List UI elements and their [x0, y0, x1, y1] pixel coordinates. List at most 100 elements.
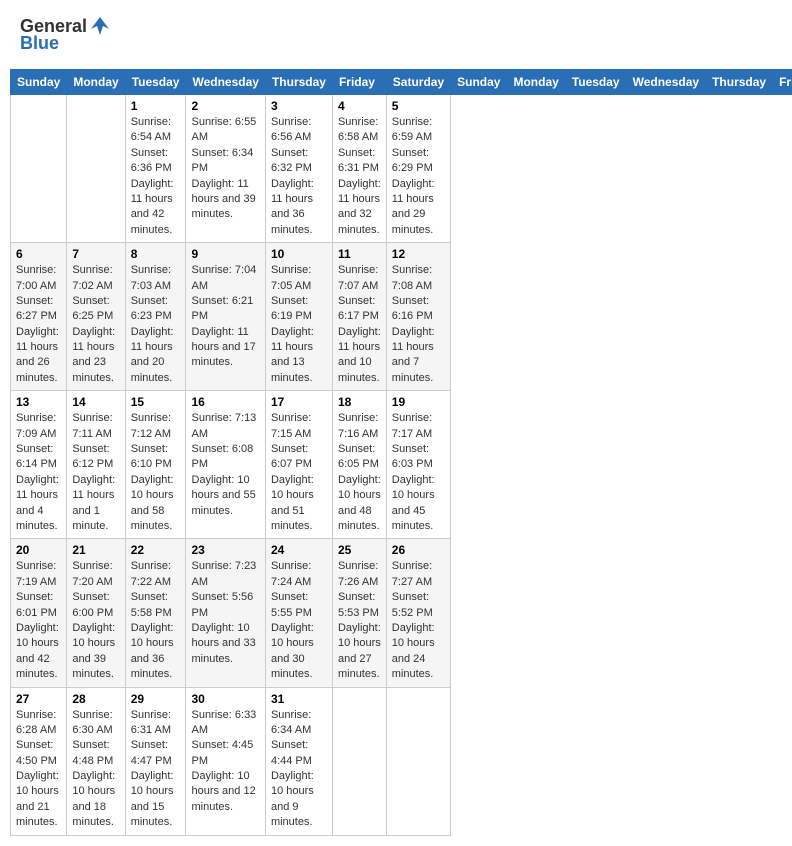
header-day-monday: Monday	[507, 70, 565, 95]
logo-blue-text: Blue	[20, 33, 59, 54]
calendar-cell: 26 Sunrise: 7:27 AMSunset: 5:52 PMDayligh…	[386, 539, 450, 687]
header-friday: Friday	[332, 70, 386, 95]
header-tuesday: Tuesday	[125, 70, 186, 95]
calendar-cell: 18Sunrise: 7:16 AMSunset: 6:05 PMDayligh…	[332, 391, 386, 539]
day-info: Sunrise: 7:11 AMSunset: 6:12 PMDaylight:…	[72, 412, 115, 532]
day-info: Sunrise: 6:54 AMSunset: 6:36 PMDaylight:…	[131, 116, 174, 236]
header-monday: Monday	[67, 70, 125, 95]
calendar-header-row: SundayMondayTuesdayWednesdayThursdayFrid…	[11, 70, 792, 95]
calendar-week-4: 27Sunrise: 6:28 AMSunset: 4:50 PMDayligh…	[11, 687, 792, 835]
header-saturday: Saturday	[386, 70, 450, 95]
day-number: 3	[271, 99, 327, 113]
day-number: 6	[16, 247, 61, 261]
day-number: 5	[392, 99, 445, 113]
header-day-tuesday: Tuesday	[565, 70, 626, 95]
calendar-cell: 7Sunrise: 7:02 AMSunset: 6:25 PMDaylight…	[67, 243, 125, 391]
header-wednesday: Wednesday	[186, 70, 265, 95]
calendar-cell: 27Sunrise: 6:28 AMSunset: 4:50 PMDayligh…	[11, 687, 67, 835]
day-number: 14	[72, 395, 119, 409]
calendar-cell: 2 Sunrise: 6:55 AMSunset: 6:34 PMDaylight…	[186, 95, 265, 243]
page-header: General Blue	[10, 10, 782, 59]
day-number: 10	[271, 247, 327, 261]
calendar-cell	[332, 687, 386, 835]
calendar-cell: 12 Sunrise: 7:08 AMSunset: 6:16 PMDayligh…	[386, 243, 450, 391]
header-day-sunday: Sunday	[451, 70, 507, 95]
day-info: Sunrise: 7:08 AMSunset: 6:16 PMDaylight:…	[392, 264, 435, 384]
day-info: Sunrise: 6:58 AMSunset: 6:31 PMDaylight:…	[338, 116, 381, 236]
calendar-week-1: 6 Sunrise: 7:00 AMSunset: 6:27 PMDaylight…	[11, 243, 792, 391]
day-info: Sunrise: 6:33 AMSunset: 4:45 PMDaylight:…	[191, 709, 256, 813]
day-number: 26	[392, 543, 445, 557]
calendar-cell: 9Sunrise: 7:04 AMSunset: 6:21 PMDaylight…	[186, 243, 265, 391]
day-number: 30	[191, 692, 259, 706]
day-info: Sunrise: 7:00 AMSunset: 6:27 PMDaylight:…	[16, 264, 59, 384]
header-thursday: Thursday	[265, 70, 332, 95]
day-number: 13	[16, 395, 61, 409]
day-info: Sunrise: 6:34 AMSunset: 4:44 PMDaylight:…	[271, 709, 314, 829]
day-number: 7	[72, 247, 119, 261]
day-info: Sunrise: 6:55 AMSunset: 6:34 PMDaylight:…	[191, 116, 256, 220]
header-day-thursday: Thursday	[706, 70, 773, 95]
day-number: 23	[191, 543, 259, 557]
day-number: 25	[338, 543, 381, 557]
calendar-cell: 15Sunrise: 7:12 AMSunset: 6:10 PMDayligh…	[125, 391, 186, 539]
header-day-friday: Friday	[773, 70, 792, 95]
day-number: 21	[72, 543, 119, 557]
day-info: Sunrise: 7:16 AMSunset: 6:05 PMDaylight:…	[338, 412, 381, 532]
calendar-cell	[11, 95, 67, 243]
calendar-cell: 22 Sunrise: 7:22 AMSunset: 5:58 PMDayligh…	[125, 539, 186, 687]
day-info: Sunrise: 7:17 AMSunset: 6:03 PMDaylight:…	[392, 412, 435, 532]
day-info: Sunrise: 7:23 AMSunset: 5:56 PMDaylight:…	[191, 560, 256, 664]
day-number: 24	[271, 543, 327, 557]
calendar-cell	[386, 687, 450, 835]
calendar-cell: 10 Sunrise: 7:05 AMSunset: 6:19 PMDayligh…	[265, 243, 332, 391]
day-number: 8	[131, 247, 181, 261]
calendar-cell: 8 Sunrise: 7:03 AMSunset: 6:23 PMDaylight…	[125, 243, 186, 391]
day-info: Sunrise: 6:56 AMSunset: 6:32 PMDaylight:…	[271, 116, 314, 236]
day-info: Sunrise: 7:26 AMSunset: 5:53 PMDaylight:…	[338, 560, 381, 680]
calendar-cell: 25 Sunrise: 7:26 AMSunset: 5:53 PMDayligh…	[332, 539, 386, 687]
calendar-cell: 11Sunrise: 7:07 AMSunset: 6:17 PMDayligh…	[332, 243, 386, 391]
calendar-cell: 16Sunrise: 7:13 AMSunset: 6:08 PMDayligh…	[186, 391, 265, 539]
logo: General Blue	[20, 15, 111, 54]
calendar-cell: 19 Sunrise: 7:17 AMSunset: 6:03 PMDayligh…	[386, 391, 450, 539]
day-info: Sunrise: 7:05 AMSunset: 6:19 PMDaylight:…	[271, 264, 314, 384]
day-info: Sunrise: 7:12 AMSunset: 6:10 PMDaylight:…	[131, 412, 174, 532]
calendar-cell: 29Sunrise: 6:31 AMSunset: 4:47 PMDayligh…	[125, 687, 186, 835]
day-info: Sunrise: 6:30 AMSunset: 4:48 PMDaylight:…	[72, 709, 115, 829]
calendar-cell: 1Sunrise: 6:54 AMSunset: 6:36 PMDaylight…	[125, 95, 186, 243]
calendar-cell: 24Sunrise: 7:24 AMSunset: 5:55 PMDayligh…	[265, 539, 332, 687]
day-info: Sunrise: 7:27 AMSunset: 5:52 PMDaylight:…	[392, 560, 435, 680]
calendar-week-0: 1Sunrise: 6:54 AMSunset: 6:36 PMDaylight…	[11, 95, 792, 243]
calendar-cell: 21Sunrise: 7:20 AMSunset: 6:00 PMDayligh…	[67, 539, 125, 687]
day-info: Sunrise: 7:19 AMSunset: 6:01 PMDaylight:…	[16, 560, 59, 680]
day-info: Sunrise: 6:31 AMSunset: 4:47 PMDaylight:…	[131, 709, 174, 829]
day-number: 20	[16, 543, 61, 557]
day-number: 2	[191, 99, 259, 113]
calendar-cell: 23 Sunrise: 7:23 AMSunset: 5:56 PMDayligh…	[186, 539, 265, 687]
calendar-cell: 6 Sunrise: 7:00 AMSunset: 6:27 PMDaylight…	[11, 243, 67, 391]
day-number: 28	[72, 692, 119, 706]
day-info: Sunrise: 7:22 AMSunset: 5:58 PMDaylight:…	[131, 560, 174, 680]
day-number: 11	[338, 247, 381, 261]
day-number: 19	[392, 395, 445, 409]
calendar-cell: 13 Sunrise: 7:09 AMSunset: 6:14 PMDayligh…	[11, 391, 67, 539]
calendar-cell	[67, 95, 125, 243]
day-info: Sunrise: 6:59 AMSunset: 6:29 PMDaylight:…	[392, 116, 435, 236]
day-info: Sunrise: 7:04 AMSunset: 6:21 PMDaylight:…	[191, 264, 256, 368]
calendar-cell: 28 Sunrise: 6:30 AMSunset: 4:48 PMDayligh…	[67, 687, 125, 835]
day-number: 22	[131, 543, 181, 557]
day-number: 12	[392, 247, 445, 261]
day-number: 4	[338, 99, 381, 113]
calendar-cell: 14 Sunrise: 7:11 AMSunset: 6:12 PMDayligh…	[67, 391, 125, 539]
day-number: 17	[271, 395, 327, 409]
calendar-week-3: 20 Sunrise: 7:19 AMSunset: 6:01 PMDayligh…	[11, 539, 792, 687]
calendar-cell: 17Sunrise: 7:15 AMSunset: 6:07 PMDayligh…	[265, 391, 332, 539]
day-info: Sunrise: 7:03 AMSunset: 6:23 PMDaylight:…	[131, 264, 174, 384]
day-number: 31	[271, 692, 327, 706]
calendar-cell: 31 Sunrise: 6:34 AMSunset: 4:44 PMDayligh…	[265, 687, 332, 835]
day-info: Sunrise: 7:09 AMSunset: 6:14 PMDaylight:…	[16, 412, 59, 532]
calendar-cell: 3 Sunrise: 6:56 AMSunset: 6:32 PMDaylight…	[265, 95, 332, 243]
day-info: Sunrise: 7:13 AMSunset: 6:08 PMDaylight:…	[191, 412, 256, 516]
calendar-week-2: 13 Sunrise: 7:09 AMSunset: 6:14 PMDayligh…	[11, 391, 792, 539]
